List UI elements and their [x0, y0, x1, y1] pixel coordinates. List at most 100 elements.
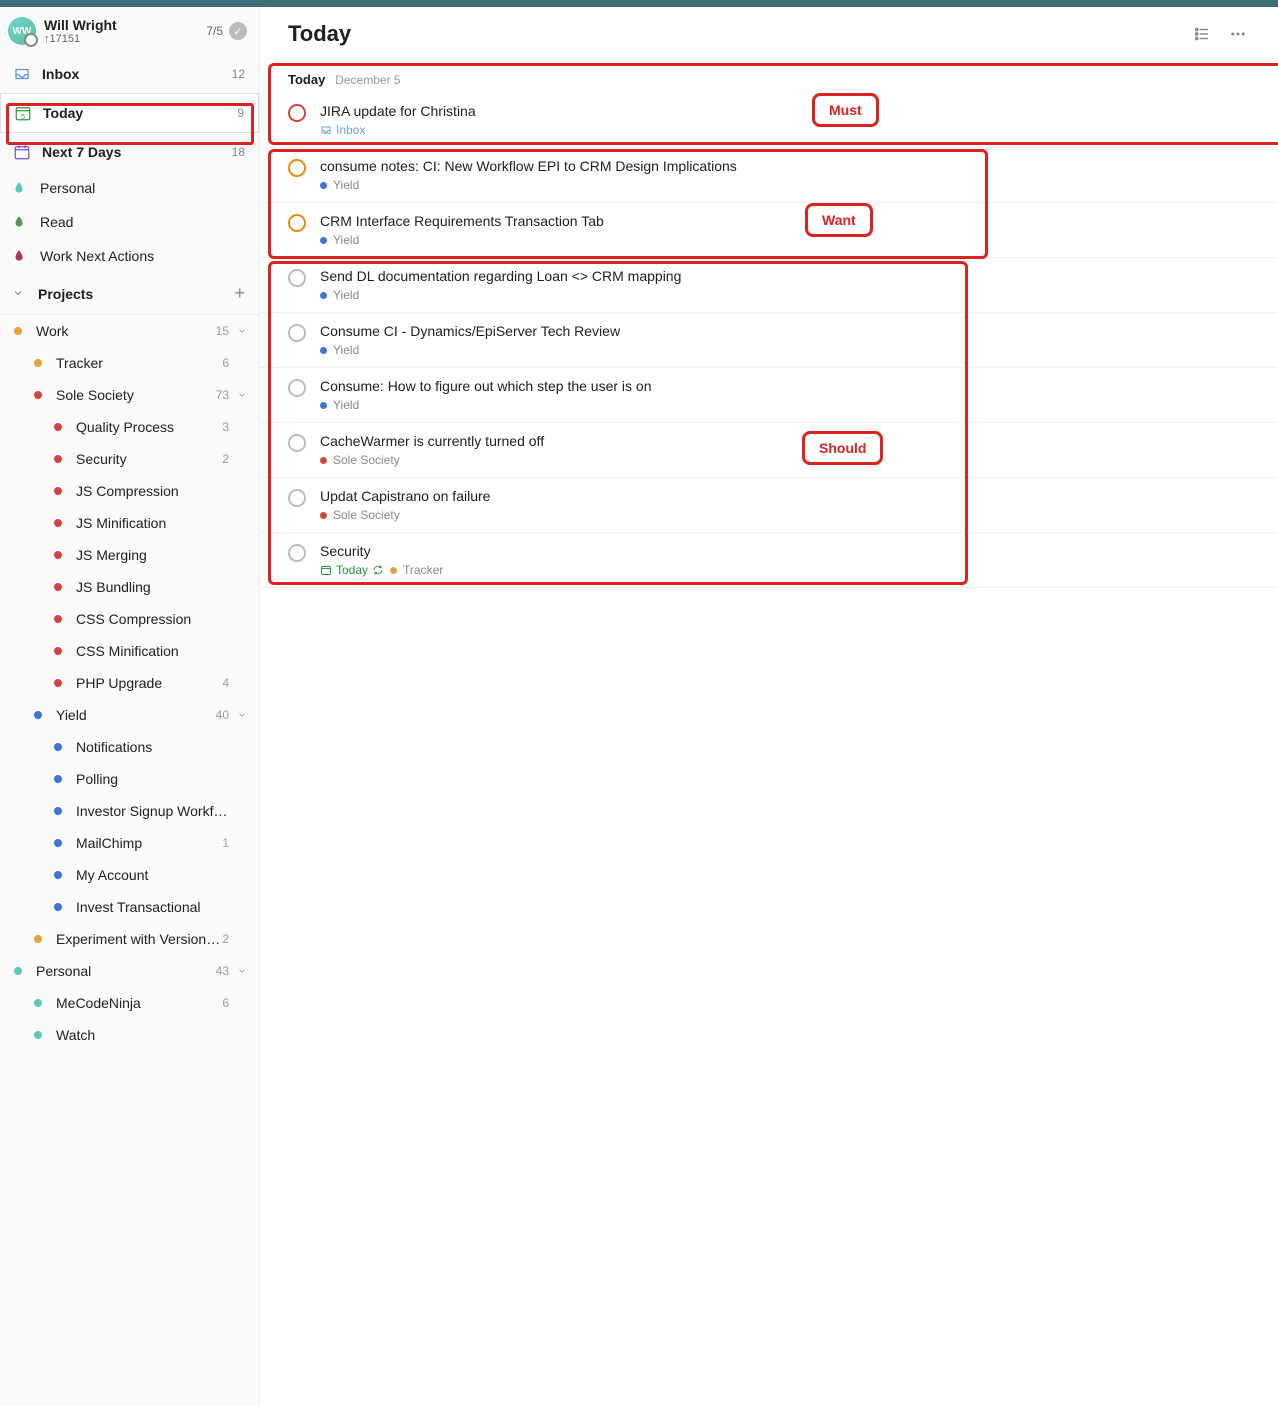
task-title: CacheWarmer is currently turned off	[320, 433, 1250, 449]
nav-today[interactable]: 5 Today 9	[0, 93, 259, 133]
filter-item[interactable]: Work Next Actions	[0, 239, 259, 273]
task-project-inbox: Inbox	[320, 123, 365, 137]
project-count: 15	[216, 324, 229, 338]
task-title: Send DL documentation regarding Loan <> …	[320, 268, 1250, 284]
project-item[interactable]: Yield40	[0, 699, 259, 731]
project-item[interactable]: Tracker6	[0, 347, 259, 379]
chevron-down-icon[interactable]	[237, 710, 249, 720]
project-item[interactable]: Sole Society73	[0, 379, 259, 411]
task-checkbox[interactable]	[288, 324, 306, 342]
project-count: 6	[222, 996, 229, 1010]
task-project-label: Yield	[333, 398, 359, 412]
project-item[interactable]: MailChimp1	[0, 827, 259, 859]
streak-count: 7/5	[206, 24, 223, 38]
project-item[interactable]: Invest Transactional	[0, 891, 259, 923]
filter-item[interactable]: Read	[0, 205, 259, 239]
project-item[interactable]: Notifications	[0, 731, 259, 763]
page-title: Today	[288, 21, 1178, 47]
user-karma: ↑17151	[44, 33, 206, 45]
add-project-icon[interactable]: +	[234, 283, 245, 304]
filter-label: Read	[40, 214, 73, 230]
chevron-down-icon[interactable]	[237, 326, 249, 336]
project-item[interactable]: Watch	[0, 1019, 259, 1051]
project-count: 43	[216, 964, 229, 978]
project-item[interactable]: JS Bundling	[0, 571, 259, 603]
project-count: 2	[222, 932, 229, 946]
project-item[interactable]: JS Compression	[0, 475, 259, 507]
task-row[interactable]: CRM Interface Requirements Transaction T…	[260, 203, 1278, 258]
projects-header[interactable]: Projects +	[0, 273, 259, 314]
task-checkbox[interactable]	[288, 269, 306, 287]
task-row[interactable]: Send DL documentation regarding Loan <> …	[260, 258, 1278, 313]
task-checkbox[interactable]	[288, 104, 306, 122]
project-color-dot	[14, 967, 22, 975]
date-sub: December 5	[335, 73, 400, 87]
project-color-dot	[54, 423, 62, 431]
user-name: Will Wright	[44, 17, 206, 33]
task-checkbox[interactable]	[288, 544, 306, 562]
project-label: Yield	[56, 707, 216, 723]
date-label: Today	[288, 72, 325, 87]
project-color-dot	[14, 327, 22, 335]
more-options-icon[interactable]	[1226, 22, 1250, 46]
project-item[interactable]: Experiment with Versioning a...2	[0, 923, 259, 955]
project-item[interactable]: Security2	[0, 443, 259, 475]
project-item[interactable]: CSS Minification	[0, 635, 259, 667]
task-row[interactable]: Security Today Tracker	[260, 533, 1278, 588]
task-checkbox[interactable]	[288, 379, 306, 397]
project-item[interactable]: Polling	[0, 763, 259, 795]
filter-item[interactable]: Personal	[0, 171, 259, 205]
project-item[interactable]: Quality Process3	[0, 411, 259, 443]
project-item[interactable]: JS Merging	[0, 539, 259, 571]
task-project-label: Sole Society	[333, 508, 400, 522]
project-count: 2	[222, 452, 229, 466]
productivity-icon[interactable]: ✓	[229, 22, 247, 40]
task-project-label: Sole Society	[333, 453, 400, 467]
filter-drop-icon	[12, 249, 26, 263]
task-row[interactable]: Consume CI - Dynamics/EpiServer Tech Rev…	[260, 313, 1278, 368]
task-row[interactable]: Consume: How to figure out which step th…	[260, 368, 1278, 423]
project-color-dot	[54, 647, 62, 655]
project-label: Invest Transactional	[76, 899, 229, 915]
project-item[interactable]: MeCodeNinja6	[0, 987, 259, 1019]
project-count: 4	[222, 676, 229, 690]
project-label: JS Compression	[76, 483, 229, 499]
task-title: Consume: How to figure out which step th…	[320, 378, 1250, 394]
project-item[interactable]: Personal43	[0, 955, 259, 987]
task-row[interactable]: Updat Capistrano on failureSole Society	[260, 478, 1278, 533]
project-item[interactable]: Investor Signup Workflow	[0, 795, 259, 827]
task-row[interactable]: CacheWarmer is currently turned off Sole …	[260, 423, 1278, 478]
task-checkbox[interactable]	[288, 159, 306, 177]
task-checkbox[interactable]	[288, 434, 306, 452]
project-item[interactable]: Work15	[0, 315, 259, 347]
project-color-dot	[54, 487, 62, 495]
project-color-dot	[54, 743, 62, 751]
nav-next7-count: 18	[232, 145, 245, 159]
view-options-icon[interactable]	[1190, 22, 1214, 46]
chevron-down-icon[interactable]	[237, 966, 249, 976]
project-item[interactable]: PHP Upgrade4	[0, 667, 259, 699]
nav-inbox-label: Inbox	[42, 66, 232, 82]
project-color-dot	[54, 679, 62, 687]
task-row[interactable]: consume notes: CI: New Workflow EPI to C…	[260, 148, 1278, 203]
project-item[interactable]: JS Minification	[0, 507, 259, 539]
project-label: Personal	[36, 963, 216, 979]
project-label: My Account	[76, 867, 229, 883]
project-item[interactable]: My Account	[0, 859, 259, 891]
task-checkbox[interactable]	[288, 214, 306, 232]
project-label: JS Bundling	[76, 579, 229, 595]
task-title: Security	[320, 543, 1250, 559]
filter-label: Personal	[40, 180, 95, 196]
task-row[interactable]: JIRA update for Christina Inbox	[260, 93, 1278, 148]
task-project-dot	[320, 292, 327, 299]
project-item[interactable]: CSS Compression	[0, 603, 259, 635]
nav-next7[interactable]: Next 7 Days 18	[0, 133, 259, 171]
project-label: MailChimp	[76, 835, 222, 851]
nav-inbox[interactable]: Inbox 12	[0, 55, 259, 93]
task-project-label: Yield	[333, 288, 359, 302]
user-header[interactable]: WW Will Wright ↑17151 7/5 ✓	[0, 7, 259, 55]
project-color-dot	[54, 871, 62, 879]
chevron-down-icon[interactable]	[237, 390, 249, 400]
task-project-dot	[320, 457, 327, 464]
task-checkbox[interactable]	[288, 489, 306, 507]
